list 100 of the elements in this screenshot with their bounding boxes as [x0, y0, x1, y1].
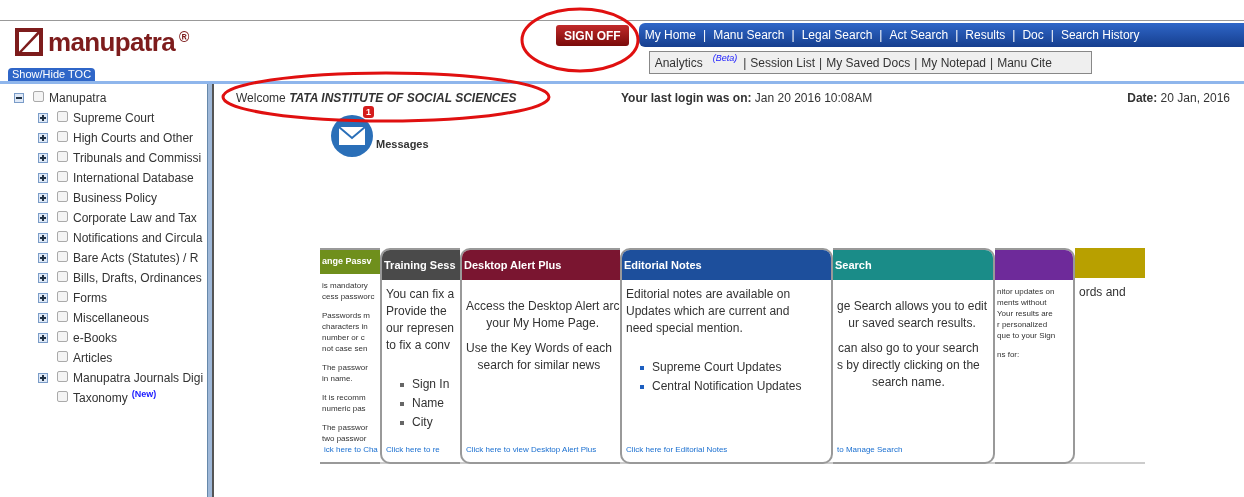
show-hide-toc-tab[interactable]: Show/Hide TOC: [8, 68, 96, 81]
checkbox[interactable]: [57, 171, 68, 182]
tree-item[interactable]: Articles: [73, 349, 113, 367]
checkbox[interactable]: [57, 251, 68, 262]
expand-icon[interactable]: [38, 153, 48, 163]
last-login-text: Your last login was on: Jan 20 2016 10:08AM: [621, 90, 873, 107]
tree-item[interactable]: Business Policy: [73, 189, 158, 207]
card-text: The passwor two passwor: [322, 422, 368, 444]
nav-link[interactable]: My Home: [644, 26, 696, 44]
card-link[interactable]: Click here to view Desktop Alert Plus: [462, 444, 620, 462]
expand-icon[interactable]: [38, 173, 48, 183]
tree-item[interactable]: Notifications and Circula: [73, 229, 203, 247]
bullet-icon: [640, 365, 644, 370]
menu-link[interactable]: Analytics: [654, 53, 703, 72]
checkbox[interactable]: [57, 231, 68, 242]
checkbox[interactable]: [57, 291, 68, 302]
nav-separator: |: [703, 27, 707, 44]
checkbox[interactable]: [57, 351, 68, 362]
checkbox[interactable]: [57, 111, 68, 122]
tree-item[interactable]: Tribunals and Commissi: [73, 149, 202, 167]
checkbox[interactable]: [57, 311, 68, 322]
bullet-icon: [400, 420, 404, 425]
menu-link[interactable]: My Notepad: [921, 53, 987, 72]
bullet-icon: [400, 401, 404, 406]
card-link[interactable]: Click here to re: [382, 444, 460, 462]
checkbox[interactable]: [57, 271, 68, 282]
menu-separator: |: [743, 54, 747, 72]
expand-icon[interactable]: [38, 273, 48, 283]
menu-link[interactable]: Manu Cite: [997, 53, 1052, 72]
card-title: Training Sess: [384, 257, 456, 273]
list-item: Central Notification Updates: [652, 378, 802, 395]
card-text: Use the Key Words of each search for similar news: [466, 340, 612, 374]
checkbox[interactable]: [57, 211, 68, 222]
tree-item[interactable]: Manupatra Journals Digi: [73, 369, 204, 387]
expand-icon[interactable]: [38, 213, 48, 223]
tree-item[interactable]: Taxonomy: [73, 389, 128, 407]
registered-mark: ®: [179, 28, 190, 47]
new-label: (New): [131, 389, 157, 399]
nav-link[interactable]: Results: [965, 26, 1006, 44]
bullet-icon: [640, 384, 644, 389]
expand-icon[interactable]: [38, 193, 48, 203]
expand-icon[interactable]: [38, 233, 48, 243]
card-text: ns for:: [997, 349, 1020, 360]
nav-link[interactable]: Doc: [1022, 26, 1044, 44]
expand-icon[interactable]: [38, 133, 48, 143]
sign-off-button[interactable]: SIGN OFF: [556, 25, 629, 46]
tree-item[interactable]: e-Books: [73, 329, 118, 347]
tree-item[interactable]: Corporate Law and Tax: [73, 209, 197, 227]
menu-separator: |: [819, 54, 823, 72]
card-text: The passwor in name.: [322, 362, 368, 384]
card-title: Search: [835, 257, 872, 273]
tree-item[interactable]: Bare Acts (Statutes) / R: [73, 249, 199, 267]
menu-link[interactable]: My Saved Docs: [826, 53, 911, 72]
card-text: Passwords m characters in number or c not case sen: [322, 310, 370, 354]
nav-separator: |: [955, 27, 959, 44]
tree-item[interactable]: Bills, Drafts, Ordinances: [73, 269, 202, 287]
menu-separator: |: [990, 54, 994, 72]
expand-icon[interactable]: [38, 313, 48, 323]
collapse-icon[interactable]: [14, 93, 24, 103]
nav-link[interactable]: Legal Search: [801, 26, 873, 44]
date-text: Date: 20 Jan, 2016: [1127, 90, 1230, 107]
expand-icon[interactable]: [38, 373, 48, 383]
expand-icon[interactable]: [38, 253, 48, 263]
checkbox[interactable]: [57, 151, 68, 162]
menu-separator: |: [914, 54, 918, 72]
menu-link[interactable]: Session List: [750, 53, 816, 72]
checkbox[interactable]: [33, 91, 44, 102]
card-text: ge Search allows you to edit ur saved search results.: [837, 298, 988, 332]
logo-text: manupatra: [48, 29, 176, 55]
messages-label[interactable]: Messages: [376, 135, 429, 152]
nav-link[interactable]: Manu Search: [713, 26, 785, 44]
list-item: Supreme Court Updates: [652, 359, 782, 376]
expand-icon[interactable]: [38, 293, 48, 303]
envelope-icon[interactable]: [330, 114, 374, 158]
tree-item[interactable]: International Database: [73, 169, 194, 187]
expand-icon[interactable]: [38, 333, 48, 343]
checkbox[interactable]: [57, 331, 68, 342]
tree-item[interactable]: Supreme Court: [73, 109, 155, 127]
nav-separator: |: [879, 27, 883, 44]
card-link[interactable]: ick here to Cha: [320, 444, 380, 462]
message-count-badge: 1: [363, 106, 374, 118]
checkbox[interactable]: [57, 191, 68, 202]
checkbox[interactable]: [57, 391, 68, 402]
logo-icon: [14, 27, 44, 57]
tree-item[interactable]: Forms: [73, 289, 107, 307]
checkbox[interactable]: [57, 371, 68, 382]
card-link[interactable]: to Manage Search: [833, 444, 993, 462]
card-text: It is recomm numeric pas: [322, 392, 366, 414]
tree-item[interactable]: High Courts and Other: [73, 129, 194, 147]
expand-icon[interactable]: [38, 113, 48, 123]
welcome-text: Welcome TATA INSTITUTE OF SOCIAL SCIENCES: [236, 90, 518, 107]
nav-link[interactable]: Act Search: [889, 26, 949, 44]
tree-item[interactable]: Manupatra: [49, 89, 107, 107]
card-text: can also go to your search s by directly clicking on the search name.: [837, 340, 980, 391]
nav-link[interactable]: Search History: [1060, 26, 1140, 44]
card-link[interactable]: Click here for Editorial Notes: [622, 444, 831, 462]
card-title: Desktop Alert Plus: [464, 257, 562, 273]
checkbox[interactable]: [57, 131, 68, 142]
tree-item[interactable]: Miscellaneous: [73, 309, 150, 327]
nav-separator: |: [1050, 27, 1054, 44]
